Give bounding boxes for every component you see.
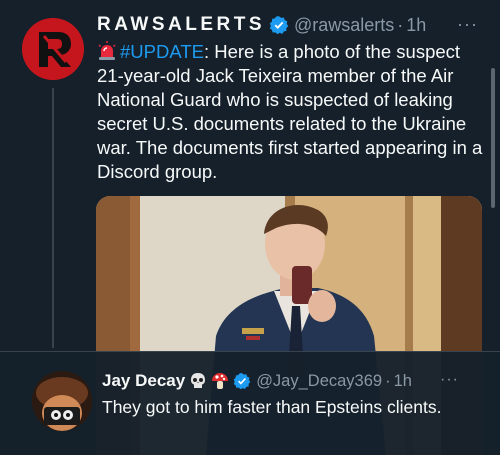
reply-timestamp[interactable]: 1h: [394, 372, 412, 391]
reply-more-options-icon[interactable]: ···: [440, 371, 459, 389]
reply-header: Jay Decay @Jay_Decay369 · 1h: [102, 369, 412, 393]
thread-line: [52, 88, 54, 348]
reply-text: They got to him faster than Epsteins cli…: [102, 397, 442, 417]
hashtag-link[interactable]: #UPDATE: [120, 41, 204, 62]
verified-badge-icon: [269, 15, 289, 35]
reply-handle[interactable]: @Jay_Decay369: [256, 372, 382, 391]
separator-dot: ·: [397, 14, 404, 35]
tweet-body: : Here is a photo of the suspect 21-year…: [97, 41, 483, 182]
separator-dot: ·: [385, 371, 391, 390]
skull-emoji-icon: [189, 372, 207, 390]
scrollbar[interactable]: [491, 68, 495, 208]
handle[interactable]: @rawsalerts: [294, 15, 394, 36]
rawsalerts-logo-icon: [22, 18, 84, 80]
reply-display-name[interactable]: Jay Decay: [102, 371, 185, 391]
reply-tweet[interactable]: Jay Decay @Jay_Decay369 · 1h ··· They go…: [0, 351, 500, 455]
avatar[interactable]: [22, 18, 84, 80]
reply-avatar[interactable]: [32, 371, 92, 431]
rotating-light-emoji-icon: [97, 41, 117, 61]
timestamp[interactable]: 1h: [406, 15, 426, 36]
tweet-text: #UPDATE: Here is a photo of the suspect …: [97, 40, 489, 184]
more-options-icon[interactable]: ···: [457, 14, 478, 35]
tweet-header: RAWSALERTS @rawsalerts · 1h: [97, 12, 426, 38]
verified-badge-icon: [233, 372, 251, 390]
mushroom-emoji-icon: [211, 372, 229, 390]
display-name[interactable]: RAWSALERTS: [97, 14, 265, 36]
